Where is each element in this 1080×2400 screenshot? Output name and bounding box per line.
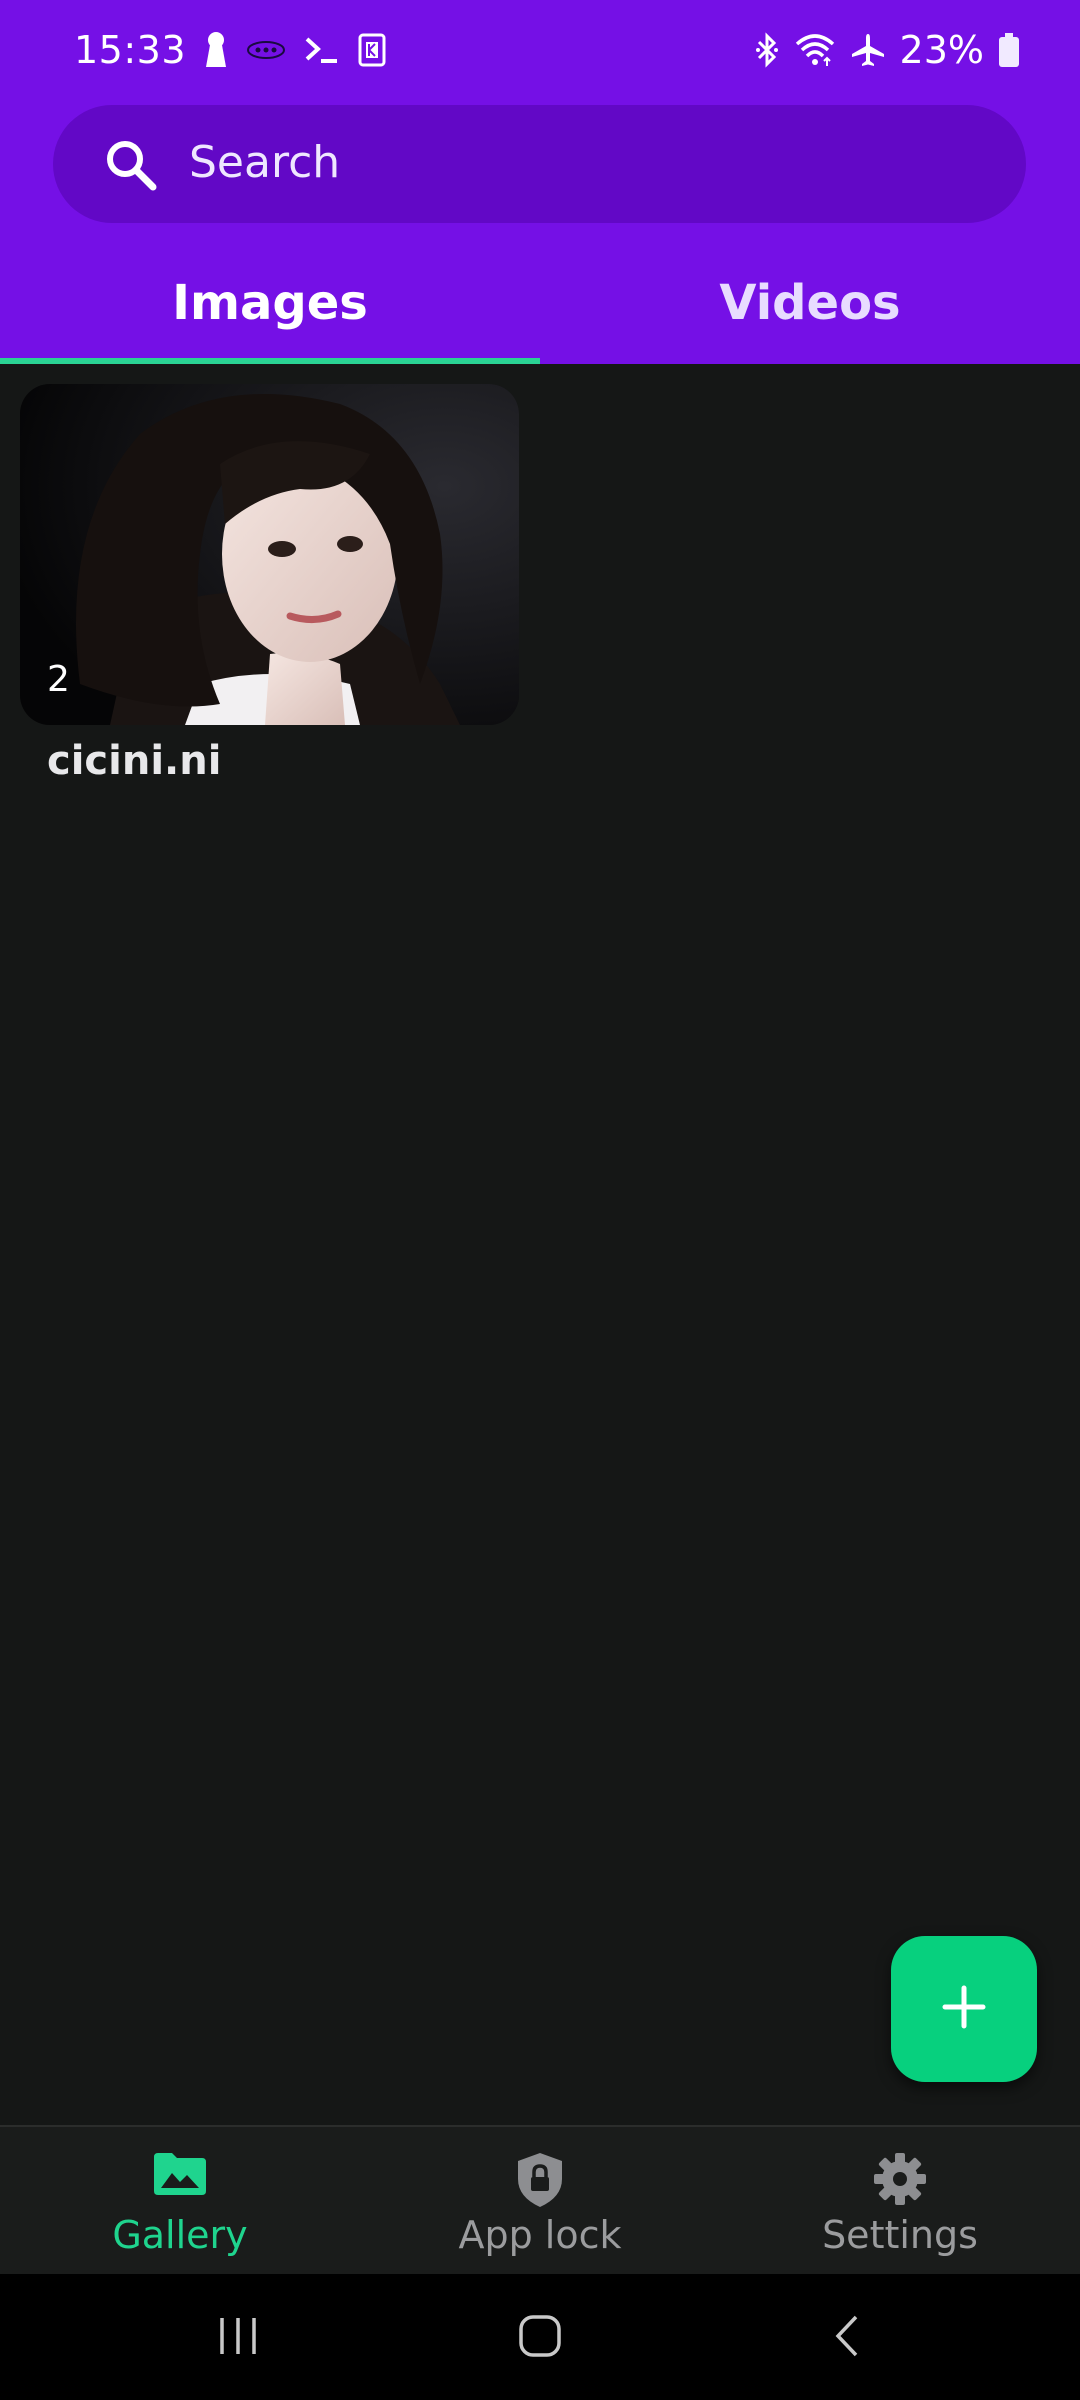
nav-settings-label: Settings: [822, 2213, 978, 2257]
album-name[interactable]: cicini.ni: [47, 738, 221, 784]
keyhole-icon: [204, 31, 228, 69]
status-bar: 15:33 23%: [0, 0, 1080, 100]
shield-lock-icon: [514, 2151, 566, 2213]
bluetooth-icon: [754, 32, 780, 68]
recents-button[interactable]: [216, 2314, 260, 2362]
album-cover-image: [20, 384, 519, 725]
battery-icon: [998, 32, 1020, 68]
nav-gallery-label: Gallery: [112, 2213, 248, 2257]
gear-icon: [872, 2151, 928, 2211]
add-button[interactable]: [891, 1936, 1037, 2082]
airplane-icon: [850, 32, 886, 68]
album-item-count: 2: [47, 659, 70, 700]
battery-percent: 23%: [899, 28, 984, 72]
tab-videos[interactable]: Videos: [540, 245, 1080, 364]
search-icon: [103, 137, 159, 197]
k-app-icon: [358, 33, 386, 67]
tab-images[interactable]: Images: [0, 245, 540, 364]
terminal-icon: [304, 35, 340, 65]
nav-app-lock[interactable]: App lock: [360, 2127, 720, 2274]
wifi-icon: [794, 32, 836, 68]
plus-icon: [941, 1984, 987, 2034]
bottom-navigation: Gallery App lock Settings: [0, 2125, 1080, 2274]
nav-app-lock-label: App lock: [458, 2213, 622, 2257]
album-thumbnail[interactable]: 2: [20, 384, 519, 725]
search-placeholder: Search: [189, 137, 341, 188]
chat-dots-icon: [246, 40, 286, 60]
nav-settings[interactable]: Settings: [720, 2127, 1080, 2274]
search-bar[interactable]: Search: [53, 105, 1026, 223]
home-button[interactable]: [518, 2314, 562, 2362]
app-header: 15:33 23% Search Images Videos: [0, 0, 1080, 364]
back-button[interactable]: [826, 2314, 870, 2362]
nav-gallery[interactable]: Gallery: [0, 2127, 360, 2274]
media-tabs: Images Videos: [0, 245, 1080, 364]
active-tab-indicator: [0, 358, 540, 364]
status-time: 15:33: [74, 28, 187, 72]
image-folder-icon: [152, 2151, 208, 2201]
system-navigation-bar: [0, 2274, 1080, 2400]
